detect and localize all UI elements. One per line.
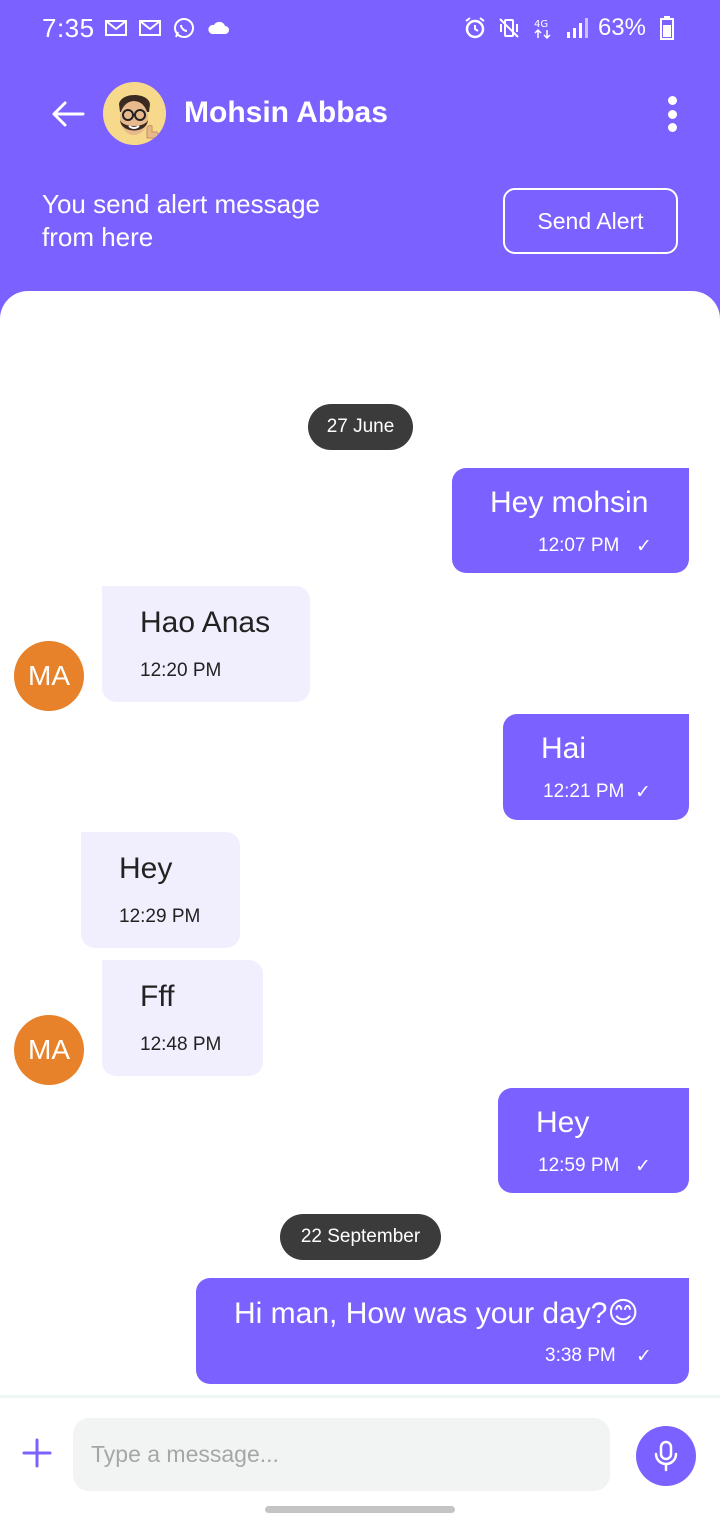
incoming-message[interactable]: Hao Anas 12:20 PM [102, 586, 310, 702]
microphone-icon [654, 1440, 678, 1472]
battery-icon [654, 15, 680, 41]
message-text: Hey [119, 852, 173, 885]
message-time: 12:07 PM [538, 535, 620, 556]
outgoing-message[interactable]: Hi man, How was your day?😊 3:38 PM ✓ [196, 1278, 689, 1384]
dot-icon [667, 109, 677, 119]
read-tick-icon: ✓ [635, 1156, 651, 1177]
status-time: 7:35 [42, 12, 95, 43]
attach-button[interactable] [22, 1438, 52, 1468]
contact-name[interactable]: Mohsin Abbas [184, 96, 388, 130]
dot-icon [667, 96, 677, 105]
alarm-icon [462, 15, 488, 41]
home-indicator[interactable] [265, 1506, 455, 1513]
status-left: 7:35 [42, 13, 231, 44]
read-tick-icon: ✓ [635, 782, 651, 803]
message-time: 12:59 PM [538, 1155, 620, 1176]
gmail-icon [137, 15, 163, 41]
sender-avatar[interactable]: MA [14, 641, 84, 711]
svg-text:4G: 4G [534, 19, 548, 30]
message-text: Hao Anas [140, 606, 271, 639]
alert-description: You send alert message from here [42, 189, 321, 252]
message-text: Hi man, How was your day?😊 [234, 1296, 639, 1331]
message-time: 12:21 PM [543, 781, 625, 802]
message-text-body: Hi man, How was your day? [234, 1297, 608, 1330]
composer-bar [0, 1395, 720, 1520]
message-list[interactable]: 27 June Hey mohsin 12:07 PM ✓ MA Hao Ana… [0, 291, 720, 1395]
date-separator: 27 June [308, 404, 413, 450]
voice-record-button[interactable] [636, 1426, 696, 1486]
incoming-message[interactable]: Fff 12:48 PM [102, 960, 263, 1076]
message-time: 12:48 PM [140, 1034, 222, 1055]
arrow-left-icon [52, 101, 85, 127]
message-time: 12:29 PM [119, 906, 201, 927]
alert-row: You send alert message from here Send Al… [42, 188, 678, 254]
send-alert-button[interactable]: Send Alert [503, 188, 678, 254]
memoji-icon [103, 82, 166, 145]
read-tick-icon: ✓ [636, 536, 652, 557]
plus-icon [22, 1438, 52, 1468]
status-right: 4G 63% [462, 14, 680, 42]
message-text: Fff [140, 980, 175, 1013]
chat-header: Mohsin Abbas [0, 80, 720, 152]
outgoing-message[interactable]: Hey 12:59 PM ✓ [498, 1088, 689, 1193]
message-time: 3:38 PM [545, 1345, 616, 1366]
message-text: Hey mohsin [490, 486, 649, 519]
message-text: Hey [536, 1106, 590, 1139]
message-input[interactable] [73, 1418, 610, 1491]
signal-icon [564, 15, 590, 41]
dot-icon [667, 123, 677, 132]
smiling-face-emoji-icon: 😊 [607, 1297, 639, 1330]
read-tick-icon: ✓ [636, 1346, 652, 1367]
status-bar: 7:35 4G 63% [0, 0, 720, 56]
back-button[interactable] [48, 94, 88, 134]
4g-icon: 4G [530, 15, 556, 41]
outgoing-message[interactable]: Hai 12:21 PM ✓ [503, 714, 689, 820]
more-options-button[interactable] [660, 94, 684, 134]
outgoing-message[interactable]: Hey mohsin 12:07 PM ✓ [452, 468, 689, 573]
cloud-icon [205, 15, 231, 41]
incoming-message[interactable]: Hey 12:29 PM [81, 832, 240, 948]
message-time: 12:20 PM [140, 660, 222, 681]
vibrate-icon [496, 15, 522, 41]
message-text: Hai [541, 732, 587, 765]
contact-avatar[interactable] [103, 82, 166, 145]
battery-level: 63% [597, 14, 646, 41]
whatsapp-icon [171, 15, 197, 41]
gmail-icon [103, 15, 129, 41]
date-separator: 22 September [280, 1214, 441, 1260]
sender-avatar[interactable]: MA [14, 1015, 84, 1085]
